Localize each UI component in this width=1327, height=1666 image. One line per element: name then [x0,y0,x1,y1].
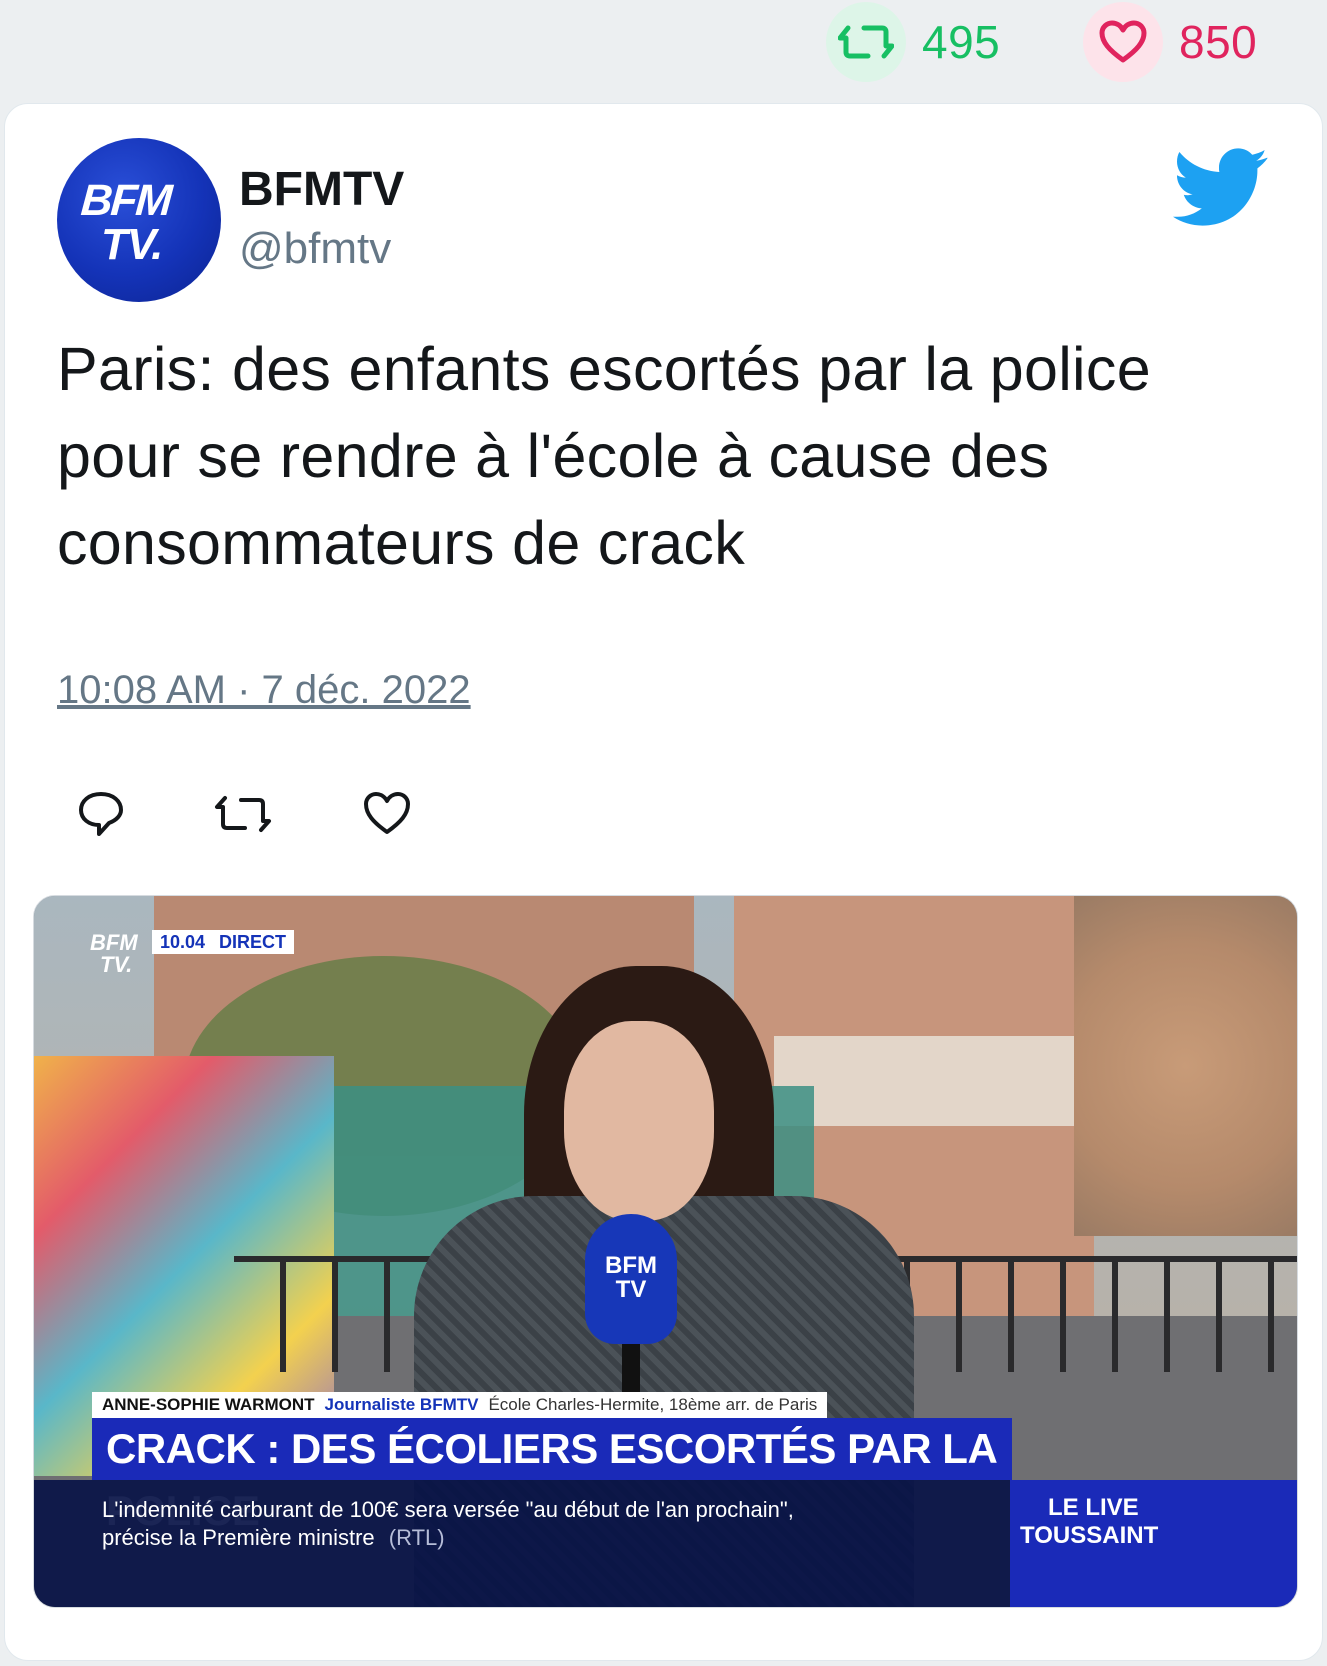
avatar-text-line1: BFM [79,176,173,225]
reporter-name: ANNE-SOPHIE WARMONT [102,1395,315,1414]
report-location: École Charles-Hermite, 18ème arr. de Par… [488,1395,818,1414]
like-count-value: 850 [1179,16,1258,68]
author-handle[interactable]: @bfmtv [239,224,391,274]
live-bug: 10.04 DIRECT [152,930,295,954]
twitter-bird-icon[interactable] [1173,148,1269,228]
engagement-stats: 495 850 [0,0,1327,100]
ticker-source: (RTL) [388,1525,445,1550]
author-name[interactable]: BFMTV [239,162,404,217]
tweet-media-image[interactable]: BFM TV BFM TV. 10.04 DIRECT ANNE-SOPHIE … [33,895,1298,1608]
show-name-badge: LE LIVE TOUSSAINT [1010,1480,1297,1607]
retweet-icon[interactable] [213,788,273,848]
ticker-line2: précise la Première ministre [102,1525,375,1550]
like-count[interactable]: 850 [1083,0,1257,84]
retweet-count-value: 495 [922,16,1001,68]
retweet-count[interactable]: 495 [826,0,1000,84]
avatar[interactable]: BFM TV. [57,138,221,302]
avatar-text-line2: TV. [101,220,163,269]
reporter-role: Journaliste BFMTV [324,1395,479,1414]
microphone: BFM TV [585,1214,677,1344]
heart-icon[interactable] [1083,2,1163,82]
reporter-lower-third: ANNE-SOPHIE WARMONT Journaliste BFMTV Éc… [92,1392,828,1418]
reply-icon[interactable] [75,788,135,848]
tweet-timestamp[interactable]: 10:08 AM · 7 déc. 2022 [57,668,471,713]
ticker-line1: L'indemnité carburant de 100€ sera versé… [102,1497,794,1522]
direct-badge: DIRECT [219,931,287,952]
news-headline: CRACK : DES ÉCOLIERS ESCORTÉS PAR LA POL… [92,1418,1012,1534]
broadcast-clock: 10.04 [160,931,206,952]
retweet-icon[interactable] [826,2,906,82]
tweet-text: Paris: des enfants escortés par la polic… [57,335,1151,577]
tweet-card: BFM TV. BFMTV @bfmtv Paris: des enfants … [4,103,1323,1661]
channel-logo: BFM TV. [90,930,138,977]
news-ticker: L'indemnité carburant de 100€ sera versé… [34,1480,1010,1607]
like-icon[interactable] [361,788,421,848]
